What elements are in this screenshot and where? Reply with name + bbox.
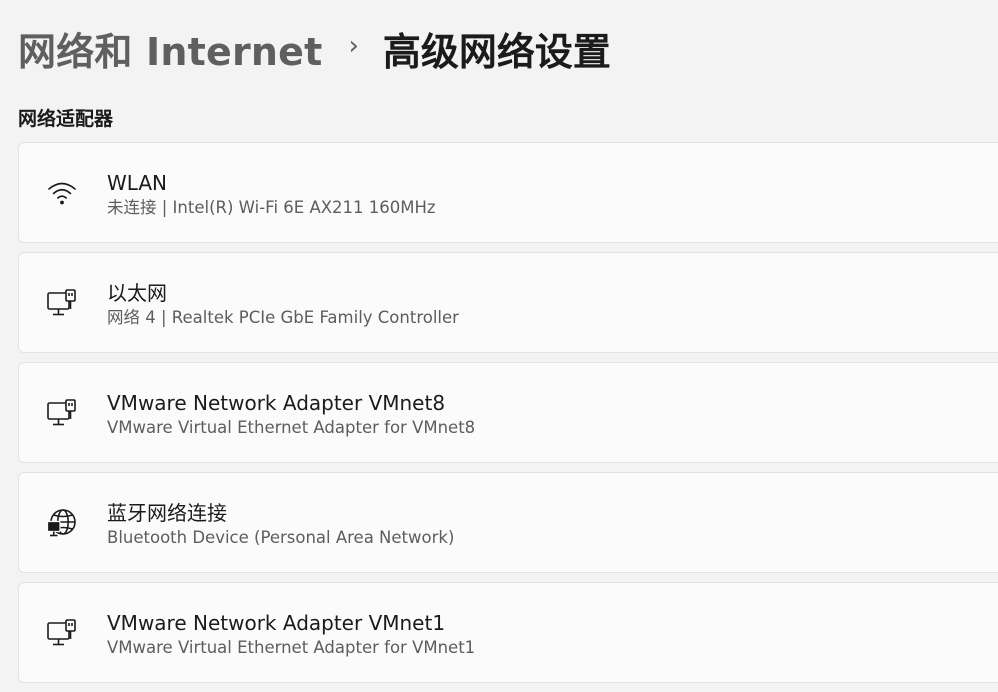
breadcrumb-parent-link[interactable]: 网络和 Internet (18, 21, 323, 76)
ethernet-icon (45, 617, 79, 649)
breadcrumb: 网络和 Internet › 高级网络设置 (18, 20, 611, 76)
page-title: 高级网络设置 (382, 29, 611, 74)
globe-device-icon (45, 507, 79, 539)
adapter-card-ethernet[interactable]: 以太网 网络 4 | Realtek PCIe GbE Family Contr… (18, 252, 998, 353)
adapter-description: Bluetooth Device (Personal Area Network) (107, 528, 455, 547)
section-title-network-adapters: 网络适配器 (18, 108, 114, 130)
adapter-text: 蓝牙网络连接 Bluetooth Device (Personal Area N… (107, 501, 454, 549)
adapter-name: 以太网 (107, 281, 167, 305)
adapter-name: 蓝牙网络连接 (107, 501, 227, 525)
adapter-text: WLAN 未连接 | Intel(R) Wi-Fi 6E AX211 160MH… (107, 171, 436, 219)
adapter-text: VMware Network Adapter VMnet8 VMware Vir… (107, 391, 475, 439)
chevron-right-icon: › (348, 31, 359, 61)
ethernet-icon (45, 287, 79, 319)
adapter-card-wlan[interactable]: WLAN 未连接 | Intel(R) Wi-Fi 6E AX211 160MH… (18, 142, 998, 243)
adapter-name: VMware Network Adapter VMnet1 (107, 611, 446, 635)
adapter-description: 网络 4 | Realtek PCIe GbE Family Controlle… (107, 308, 459, 327)
wifi-icon (45, 177, 79, 209)
adapter-description: 未连接 | Intel(R) Wi-Fi 6E AX211 160MHz (107, 198, 436, 217)
adapter-description: VMware Virtual Ethernet Adapter for VMne… (107, 638, 476, 657)
adapter-text: 以太网 网络 4 | Realtek PCIe GbE Family Contr… (107, 281, 459, 329)
ethernet-icon (45, 397, 79, 429)
adapter-card-bluetooth-pan[interactable]: 蓝牙网络连接 Bluetooth Device (Personal Area N… (18, 472, 998, 573)
adapter-text: VMware Network Adapter VMnet1 VMware Vir… (107, 611, 475, 659)
adapter-card-vmnet1[interactable]: VMware Network Adapter VMnet1 VMware Vir… (18, 582, 998, 683)
adapter-name: VMware Network Adapter VMnet8 (107, 391, 446, 415)
adapter-name: WLAN (107, 171, 168, 195)
adapter-card-vmnet8[interactable]: VMware Network Adapter VMnet8 VMware Vir… (18, 362, 998, 463)
adapter-description: VMware Virtual Ethernet Adapter for VMne… (107, 418, 476, 437)
adapter-list: WLAN 未连接 | Intel(R) Wi-Fi 6E AX211 160MH… (18, 142, 998, 692)
